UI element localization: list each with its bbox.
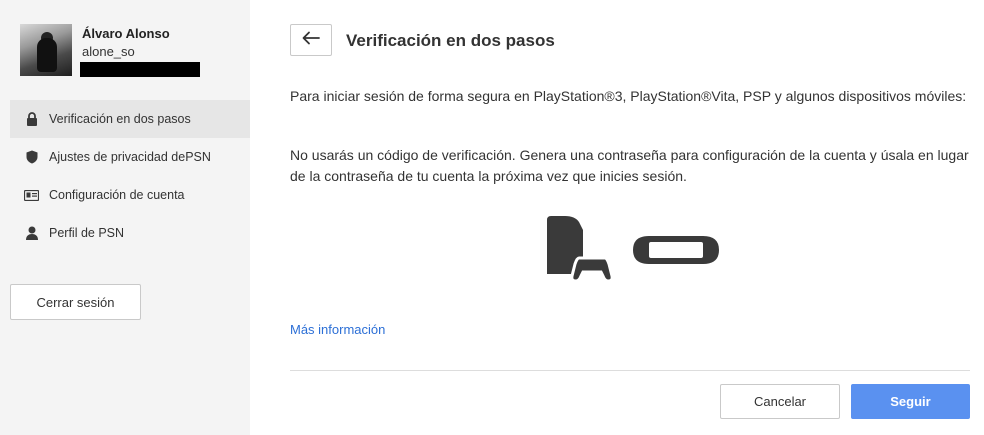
intro-paragraph: Para iniciar sesión de forma segura en P… <box>290 88 967 104</box>
cancel-button[interactable]: Cancelar <box>720 384 840 419</box>
instructions-paragraph: No usarás un código de verificación. Gen… <box>290 147 969 184</box>
sidebar-item-privacy-settings[interactable]: Ajustes de privacidad dePSN <box>10 138 250 176</box>
ps-vita-icon <box>633 236 719 264</box>
shield-icon <box>24 150 39 165</box>
logout-button[interactable]: Cerrar sesión <box>10 284 141 320</box>
profile-header: Álvaro Alonso alone_so <box>20 24 250 77</box>
divider <box>290 370 970 371</box>
more-info-link[interactable]: Más información <box>290 322 385 337</box>
sidebar-item-psn-profile[interactable]: Perfil de PSN <box>10 214 250 252</box>
sidebar-item-label: Perfil de PSN <box>49 226 125 240</box>
device-illustration <box>545 214 725 284</box>
app-window: Álvaro Alonso alone_so Verificación en d… <box>0 0 984 435</box>
redacted-email <box>80 62 200 77</box>
arrow-left-icon <box>302 31 320 50</box>
person-icon <box>24 226 39 241</box>
profile-name: Álvaro Alonso <box>82 26 170 41</box>
page-title: Verificación en dos pasos <box>346 31 555 50</box>
sidebar-item-label: Ajustes de privacidad dePSN <box>49 150 211 164</box>
sidebar-item-account-settings[interactable]: Configuración de cuenta <box>10 176 250 214</box>
continue-button[interactable]: Seguir <box>851 384 970 419</box>
sidebar-item-label: Verificación en dos pasos <box>49 112 191 126</box>
main-panel: Verificación en dos pasos Para iniciar s… <box>250 0 984 435</box>
sidebar: Álvaro Alonso alone_so Verificación en d… <box>0 0 250 435</box>
avatar <box>20 24 72 76</box>
avatar-figure <box>37 38 57 72</box>
controller-icon <box>570 256 614 283</box>
sidebar-item-two-step-verification[interactable]: Verificación en dos pasos <box>10 100 250 138</box>
sidebar-nav: Verificación en dos pasos Ajustes de pri… <box>10 100 250 252</box>
id-card-icon <box>24 188 39 203</box>
sidebar-item-label: Configuración de cuenta <box>49 188 185 202</box>
back-button[interactable] <box>290 24 332 56</box>
profile-online-id: alone_so <box>82 44 135 59</box>
lock-icon <box>24 112 39 127</box>
